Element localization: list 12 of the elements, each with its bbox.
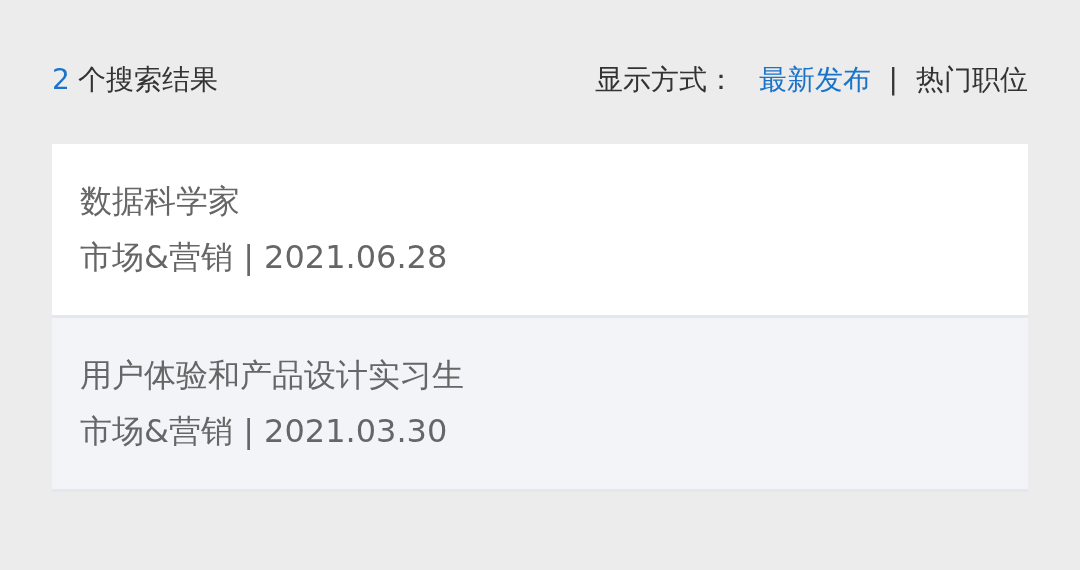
- separator: |: [888, 62, 898, 98]
- result-count: 2: [52, 62, 70, 98]
- sort-option[interactable]: 热门职位: [916, 59, 1028, 101]
- job-card[interactable]: 数据科学家 市场&营销 | 2021.06.28: [52, 144, 1028, 318]
- sort-option[interactable]: 最新发布: [758, 59, 871, 101]
- job-title: 用户体验和产品设计实习生: [80, 355, 465, 395]
- job-meta: 市场&营销 | 2021.06.28: [80, 238, 449, 277]
- results-label: 个搜索结果: [77, 62, 218, 98]
- sort-label: 显示方式：: [594, 62, 735, 98]
- job-card[interactable]: 用户体验和产品设计实习生 市场&营销 | 2021.03.30: [52, 317, 1028, 492]
- job-meta: 市场&营销 | 2021.03.30: [80, 412, 449, 451]
- job-title: 数据科学家: [80, 182, 241, 221]
